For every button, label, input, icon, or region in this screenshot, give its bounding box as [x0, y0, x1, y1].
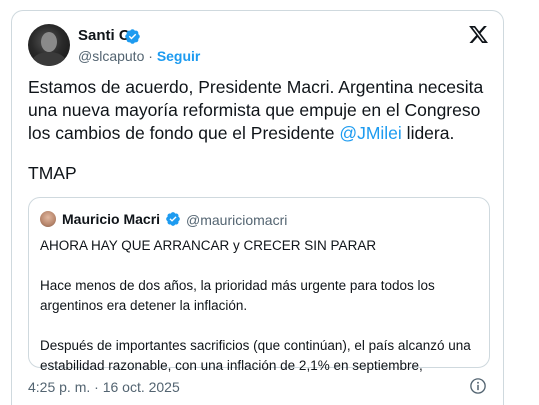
tweet-text: Estamos de acuerdo, Presidente Macri. Ar…	[28, 76, 498, 145]
x-logo-icon[interactable]	[468, 24, 489, 45]
tweet-text-line: una nueva mayoría reformista que empuje …	[28, 100, 481, 120]
quote-line: Después de importantes sacrificios (que …	[40, 338, 471, 353]
avatar-face	[41, 32, 57, 52]
quote-author-name: Mauricio Macri	[62, 211, 161, 227]
info-icon[interactable]	[469, 377, 487, 395]
tweet-text-line: los cambios de fondo que el Presidente @…	[28, 122, 498, 145]
quote-line: argentinos era detener la inflación.	[40, 298, 248, 313]
handle-row: @slcaputo · Seguir	[78, 48, 200, 64]
tweet-text-segment: lidera.	[401, 123, 455, 143]
author-handle[interactable]: @slcaputo	[78, 48, 144, 64]
handle-separator: ·	[144, 48, 157, 64]
quote-author-avatar	[40, 211, 56, 227]
tweet-signature: TMAP	[28, 163, 77, 183]
tweet-timestamp[interactable]: 4:25 p. m. · 16 oct. 2025	[28, 379, 180, 395]
verified-badge-icon	[125, 29, 140, 44]
quoted-tweet[interactable]: Mauricio Macri @mauriciomacri AHORA HAY …	[28, 197, 490, 373]
avatar-shoulders	[32, 52, 66, 66]
verified-badge-icon	[166, 212, 180, 226]
follow-button[interactable]: Seguir	[157, 48, 201, 64]
mention-link[interactable]: @JMilei	[339, 123, 402, 143]
quote-line: estabilidad razonable, con una inflación…	[40, 358, 423, 373]
tweet-card[interactable]: Santi C. @slcaputo · Seguir Estamos de a…	[11, 10, 504, 405]
author-avatar[interactable]	[28, 24, 70, 66]
tweet-text-line: Estamos de acuerdo, Presidente Macri. Ar…	[28, 77, 484, 97]
quote-line: Hace menos de dos años, la prioridad más…	[40, 278, 435, 293]
tweet-text-segment: los cambios de fondo que el Presidente	[28, 123, 340, 143]
quote-paragraph: AHORA HAY QUE ARRANCAR y CRECER SIN PARA…	[40, 238, 377, 253]
quote-author-handle: @mauriciomacri	[186, 212, 288, 228]
quote-text: AHORA HAY QUE ARRANCAR y CRECER SIN PARA…	[40, 236, 480, 376]
